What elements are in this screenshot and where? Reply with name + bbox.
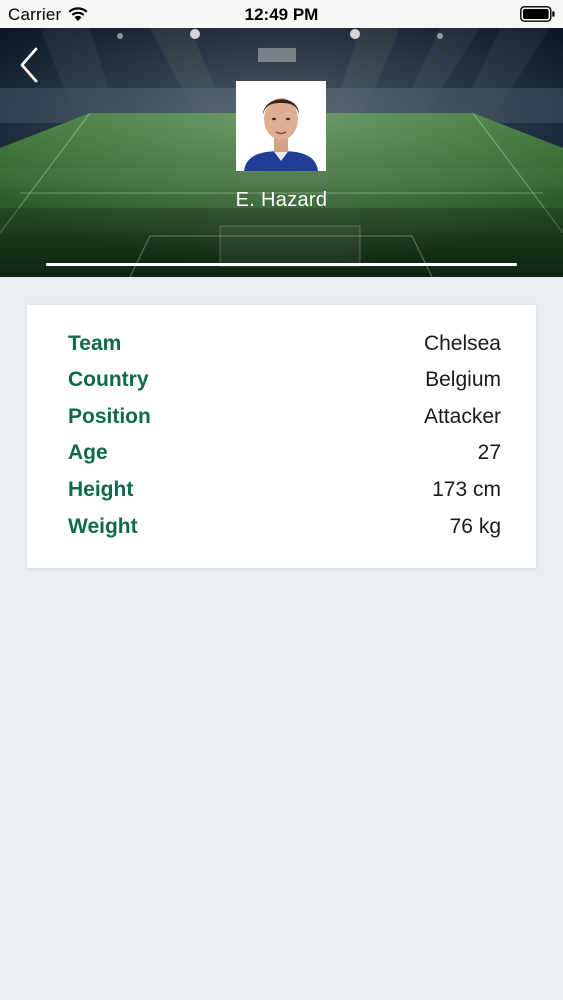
- status-bar: Carrier 12:49 PM: [0, 0, 563, 28]
- info-row-height: Height 173 cm: [68, 475, 501, 505]
- info-label: Country: [68, 368, 149, 391]
- info-value: 76 kg: [449, 515, 501, 538]
- player-info-card: Team Chelsea Country Belgium Position At…: [27, 305, 536, 568]
- info-label: Height: [68, 478, 134, 501]
- chevron-left-icon: [20, 47, 38, 83]
- info-label: Position: [68, 405, 151, 428]
- info-row-country: Country Belgium: [68, 365, 501, 395]
- info-row-team: Team Chelsea: [68, 329, 501, 359]
- info-value: 173 cm: [432, 478, 501, 501]
- info-value: Belgium: [425, 368, 501, 391]
- info-row-weight: Weight 76 kg: [68, 512, 501, 542]
- info-row-age: Age 27: [68, 438, 501, 468]
- info-label: Weight: [68, 515, 138, 538]
- battery-icon: [520, 6, 555, 22]
- info-label: Age: [68, 441, 108, 464]
- info-value: Chelsea: [423, 332, 501, 355]
- info-value: 27: [477, 441, 501, 464]
- info-label: Team: [68, 332, 122, 355]
- header-divider-line: [46, 263, 517, 266]
- info-row-position: Position Attacker: [68, 402, 501, 432]
- info-value: Attacker: [423, 405, 501, 428]
- player-photo: [236, 81, 326, 171]
- back-button[interactable]: [14, 44, 48, 86]
- status-time: 12:49 PM: [244, 5, 319, 24]
- player-name: E. Hazard: [235, 189, 328, 211]
- player-header: E. Hazard: [0, 28, 563, 277]
